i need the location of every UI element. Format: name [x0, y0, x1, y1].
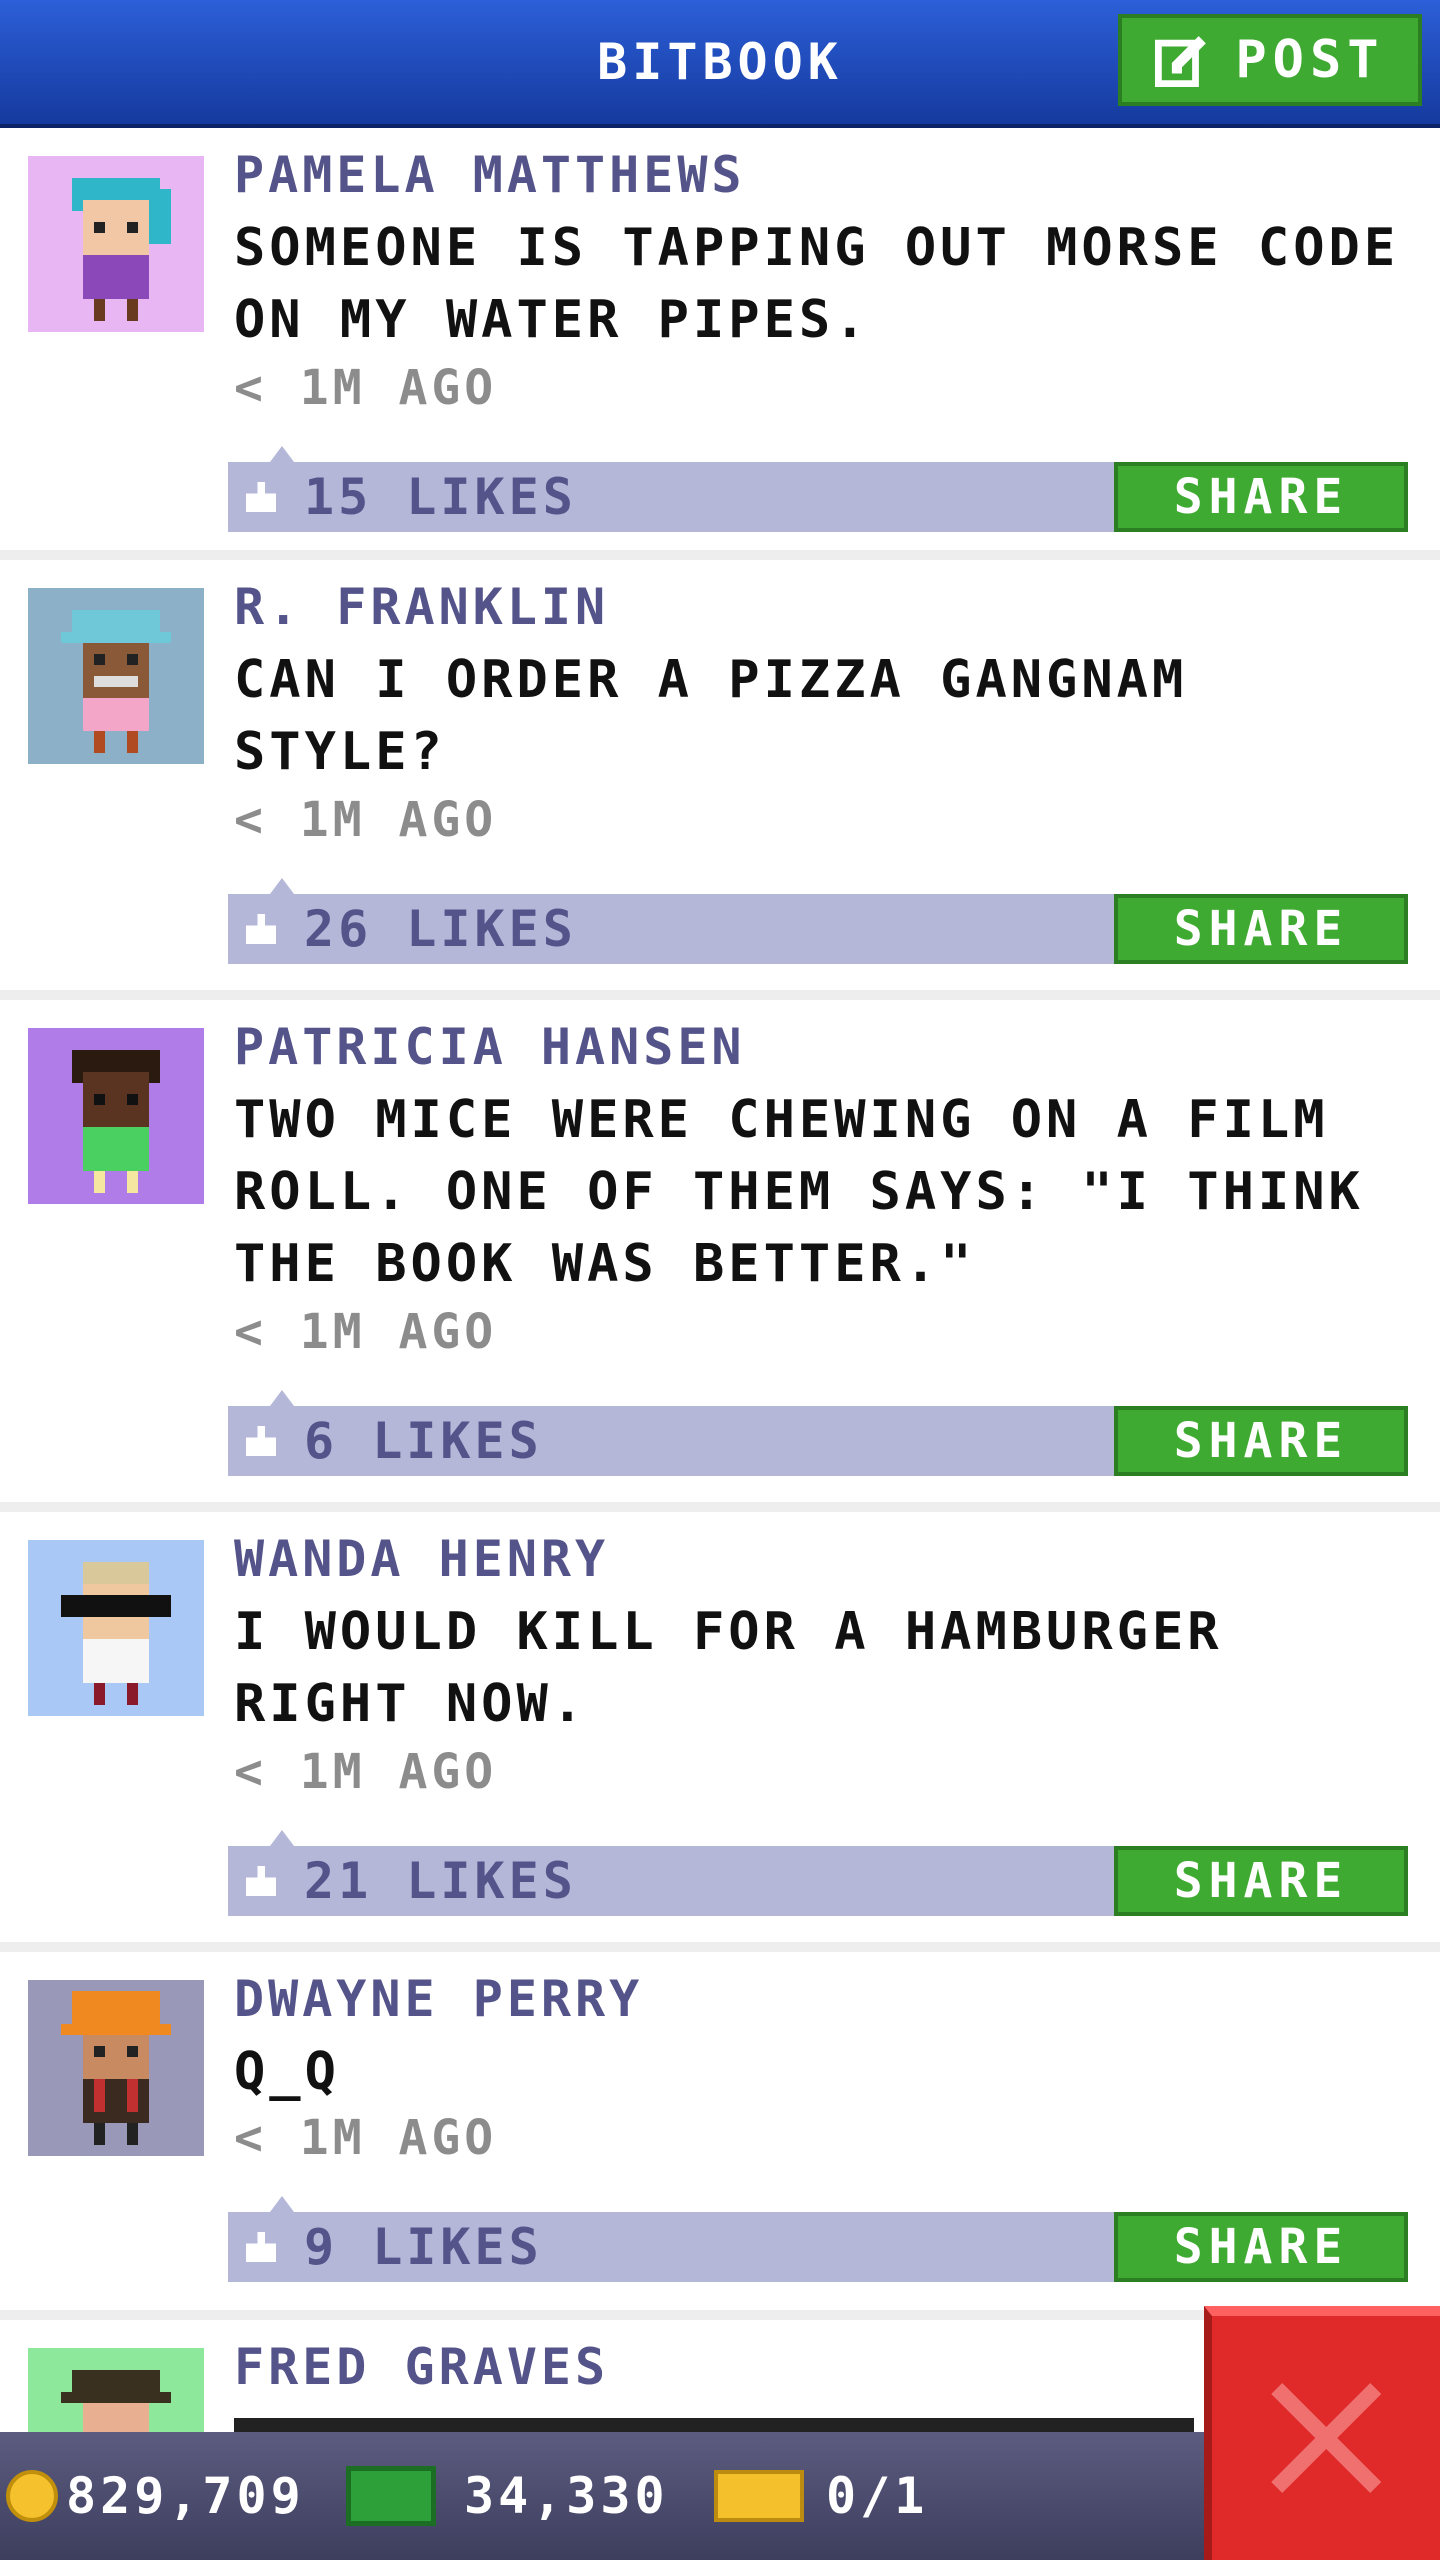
avatar [28, 1540, 204, 1716]
post-timestamp: < 1M AGO [234, 792, 498, 848]
post-author[interactable]: WANDA HENRY [234, 1530, 609, 1588]
post-author[interactable]: PAMELA MATTHEWS [234, 146, 746, 204]
like-bar: 15 LIKES SHARE [228, 446, 1408, 532]
post-button-label: POST [1235, 30, 1385, 90]
share-button[interactable]: SHARE [1114, 894, 1408, 964]
like-count: 9 LIKES [304, 2218, 543, 2276]
post-author[interactable]: FRED GRAVES [234, 2338, 609, 2396]
bux-count: 34,330 [464, 2467, 669, 2525]
post-author[interactable]: PATRICIA HANSEN [234, 1018, 746, 1076]
like-bar: 6 LIKES SHARE [228, 1390, 1408, 1476]
like-bar: 9 LIKES SHARE [228, 2196, 1408, 2282]
feed-post: PAMELA MATTHEWS SOMEONE IS TAPPING OUT M… [0, 128, 1440, 560]
coin-icon [6, 2470, 58, 2522]
avatar [28, 1028, 204, 1204]
share-button[interactable]: SHARE [1114, 1406, 1408, 1476]
thumb-up-icon[interactable] [246, 1866, 276, 1896]
bux-icon [346, 2466, 436, 2526]
feed-list[interactable]: PAMELA MATTHEWS SOMEONE IS TAPPING OUT M… [0, 128, 1440, 2524]
like-count: 21 LIKES [304, 1852, 577, 1910]
share-button[interactable]: SHARE [1114, 1846, 1408, 1916]
like-count: 15 LIKES [304, 468, 577, 526]
post-timestamp: < 1M AGO [234, 1744, 498, 1800]
edit-icon [1155, 36, 1207, 87]
thumb-up-icon[interactable] [246, 1426, 276, 1456]
post-text: I WOULD KILL FOR A HAMBURGER RIGHT NOW. [234, 1602, 1223, 1734]
share-button[interactable]: SHARE [1114, 2212, 1408, 2282]
post-text: SOMEONE IS TAPPING OUT MORSE CODE ON MY … [234, 218, 1400, 350]
thumb-up-icon[interactable] [246, 482, 276, 512]
post-button[interactable]: POST [1118, 14, 1422, 106]
tickets-count: 0/1 [826, 2467, 929, 2525]
post-text: Q_Q [234, 2042, 340, 2102]
post-timestamp: < 1M AGO [234, 2110, 498, 2166]
thumb-up-icon[interactable] [246, 914, 276, 944]
feed-post: PATRICIA HANSEN TWO MICE WERE CHEWING ON… [0, 1000, 1440, 1512]
post-timestamp: < 1M AGO [234, 1304, 498, 1360]
feed-post: DWAYNE PERRY Q_Q < 1M AGO 9 LIKES SHARE [0, 1952, 1440, 2320]
like-bar: 26 LIKES SHARE [228, 878, 1408, 964]
avatar [28, 1980, 204, 2156]
like-count: 26 LIKES [304, 900, 577, 958]
app-header: BITBOOK POST [0, 0, 1440, 128]
post-text: TWO MICE WERE CHEWING ON A FILM ROLL. ON… [234, 1090, 1364, 1294]
feed-post: WANDA HENRY I WOULD KILL FOR A HAMBURGER… [0, 1512, 1440, 1952]
like-bar: 21 LIKES SHARE [228, 1830, 1408, 1916]
ticket-icon [714, 2470, 804, 2522]
feed-post: R. FRANKLIN CAN I ORDER A PIZZA GANGNAM … [0, 560, 1440, 1000]
close-icon [1271, 2383, 1381, 2493]
close-button[interactable] [1204, 2306, 1440, 2560]
coins-count: 829,709 [66, 2467, 305, 2525]
share-button[interactable]: SHARE [1114, 462, 1408, 532]
thumb-up-icon[interactable] [246, 2232, 276, 2262]
post-author[interactable]: DWAYNE PERRY [234, 1970, 643, 2028]
post-text: CAN I ORDER A PIZZA GANGNAM STYLE? [234, 650, 1188, 782]
post-author[interactable]: R. FRANKLIN [234, 578, 609, 636]
avatar [28, 156, 204, 332]
post-timestamp: < 1M AGO [234, 360, 498, 416]
avatar [28, 588, 204, 764]
like-count: 6 LIKES [304, 1412, 543, 1470]
